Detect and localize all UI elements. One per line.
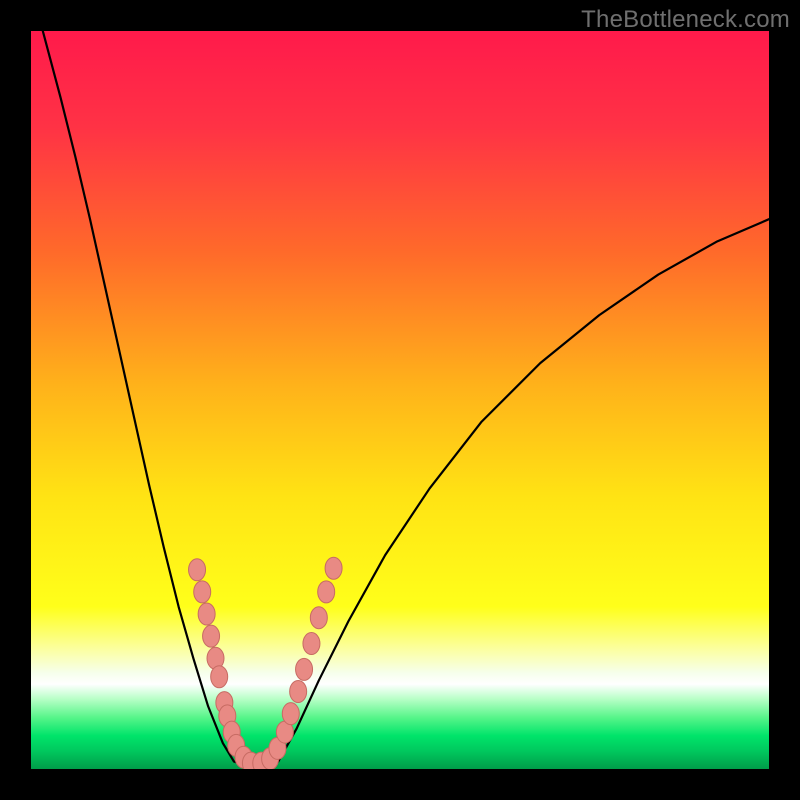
data-marker xyxy=(198,603,215,625)
data-marker xyxy=(303,633,320,655)
marker-group xyxy=(189,557,343,769)
data-marker xyxy=(211,666,228,688)
curve-path xyxy=(31,31,769,766)
data-marker xyxy=(203,625,220,647)
data-marker xyxy=(325,557,342,579)
data-marker xyxy=(189,559,206,581)
data-marker xyxy=(290,681,307,703)
watermark-text: TheBottleneck.com xyxy=(581,6,790,34)
data-marker xyxy=(310,607,327,629)
chart-svg xyxy=(31,31,769,769)
data-marker xyxy=(194,581,211,603)
outer-frame: TheBottleneck.com xyxy=(0,0,800,800)
data-marker xyxy=(282,703,299,725)
data-marker xyxy=(296,658,313,680)
data-marker xyxy=(318,581,335,603)
plot-area xyxy=(31,31,769,769)
